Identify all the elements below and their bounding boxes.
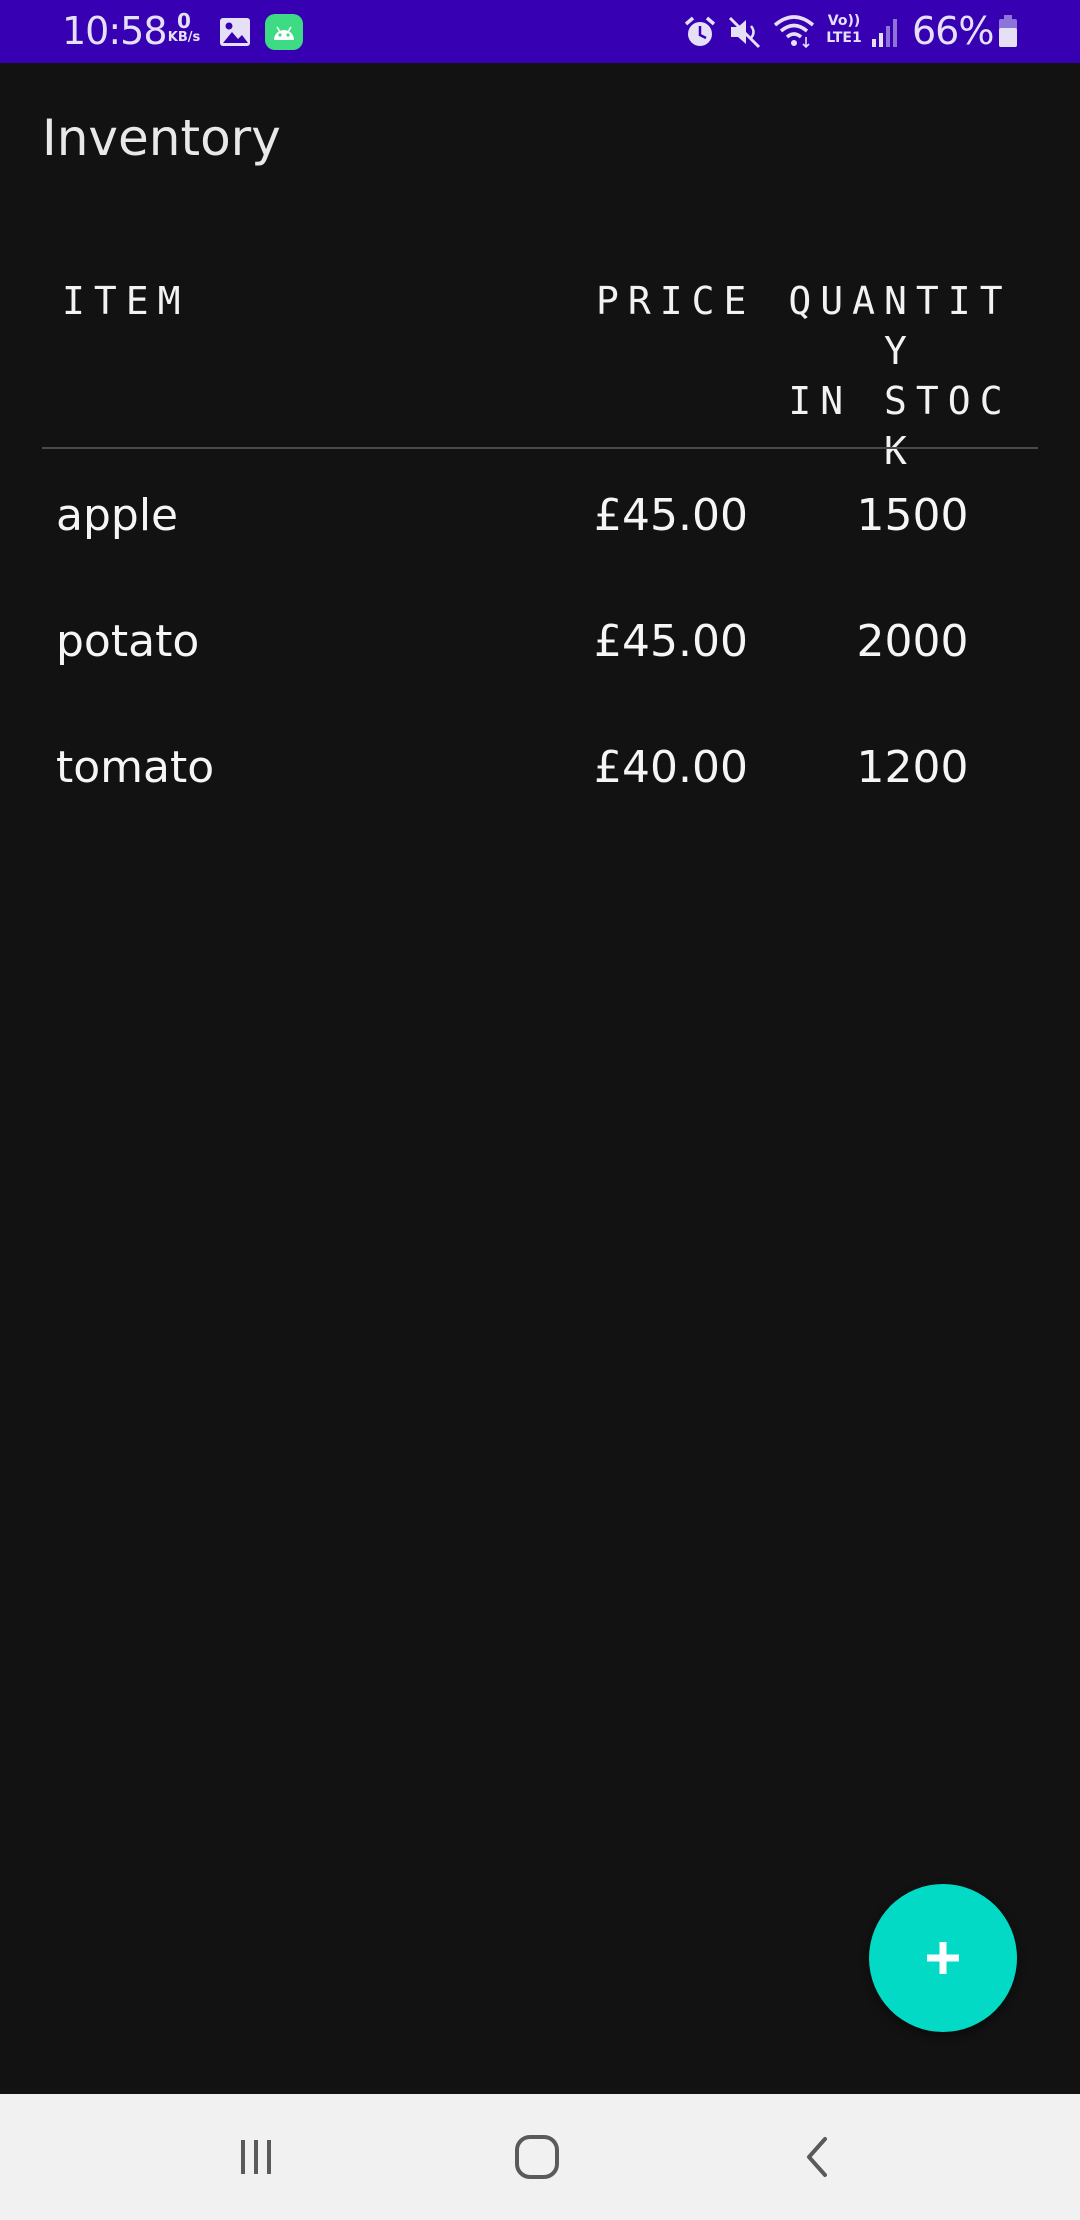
column-header-quantity: QUANTITY IN STOCK — [788, 279, 1012, 473]
recents-button[interactable] — [221, 2122, 291, 2192]
network-speed: 0 KB/s — [164, 11, 204, 45]
item-price: £45.00 — [594, 616, 748, 667]
network-speed-unit: KB/s — [167, 30, 201, 45]
status-bar: 10:58 0 KB/s Vo)) LTE1 66% — [0, 0, 1080, 63]
item-quantity: 1500 — [856, 490, 969, 541]
status-time: 10:58 — [62, 9, 168, 53]
wifi-icon — [773, 15, 815, 49]
battery-icon — [999, 15, 1017, 47]
item-name: tomato — [56, 742, 215, 793]
lte-label: Vo)) LTE1 — [826, 13, 862, 46]
back-button[interactable] — [783, 2122, 853, 2192]
item-quantity: 1200 — [856, 742, 969, 793]
column-header-price: PRICE — [596, 279, 756, 323]
inventory-row-apple[interactable]: apple £45.00 1500 — [0, 453, 1080, 579]
item-name: apple — [56, 490, 179, 541]
alarm-icon — [684, 16, 716, 46]
column-header-item: ITEM — [62, 279, 190, 323]
item-name: potato — [56, 616, 200, 667]
item-quantity: 2000 — [856, 616, 969, 667]
back-icon — [807, 2137, 827, 2177]
item-price: £45.00 — [594, 490, 748, 541]
add-icon — [927, 1942, 959, 1974]
item-price: £40.00 — [594, 742, 748, 793]
inventory-row-potato[interactable]: potato £45.00 2000 — [0, 579, 1080, 705]
signal-icon — [872, 19, 897, 47]
home-icon — [515, 2135, 559, 2179]
battery-percent: 66% — [912, 9, 994, 53]
android-icon — [265, 14, 303, 50]
home-button[interactable] — [502, 2122, 572, 2192]
inventory-screen: 10:58 0 KB/s Vo)) LTE1 66% Inventory ITE… — [0, 0, 1080, 2220]
inventory-row-tomato[interactable]: tomato £40.00 1200 — [0, 705, 1080, 831]
system-nav-bar — [0, 2094, 1080, 2220]
page-title: Inventory — [42, 109, 281, 167]
add-item-button[interactable] — [869, 1884, 1017, 2032]
header-divider — [42, 447, 1038, 449]
mute-icon — [728, 16, 761, 49]
gallery-icon — [220, 18, 250, 46]
recents-icon — [241, 2140, 271, 2174]
